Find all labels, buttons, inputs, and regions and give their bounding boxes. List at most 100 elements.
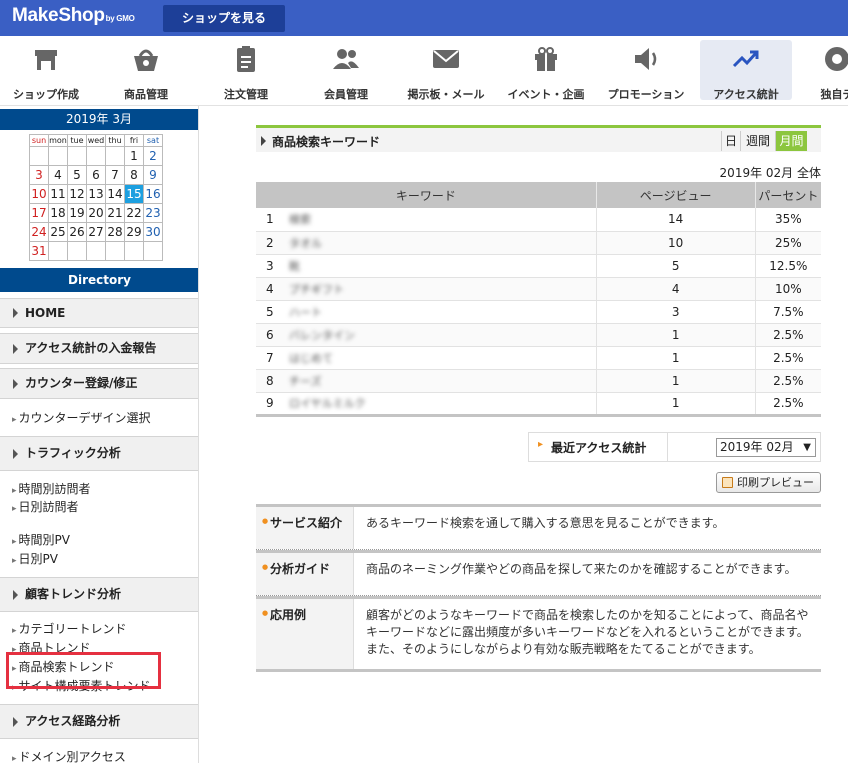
keyword-cell: タオル — [284, 231, 597, 255]
sidebar-home[interactable]: HOME — [0, 298, 198, 328]
table-row: 8 チーズ 1 2.5% — [256, 369, 821, 393]
highlight-box — [6, 652, 161, 689]
row-index: 6 — [256, 323, 284, 347]
percent-cell: 7.5% — [754, 300, 821, 324]
nav-orders[interactable]: 注文管理 — [206, 40, 286, 101]
calendar-day[interactable]: 21 — [105, 203, 125, 223]
row-index: 3 — [256, 254, 284, 278]
calendar-day[interactable]: 6 — [86, 165, 106, 185]
sidebar-section-customer-trend[interactable]: 顧客トレンド分析 — [0, 577, 198, 612]
tab-day[interactable]: 日 — [721, 131, 740, 151]
calendar-day[interactable]: 14 — [105, 184, 125, 204]
calendar-day[interactable]: 12 — [67, 184, 87, 204]
percent-cell: 2.5% — [754, 369, 821, 393]
row-index: 5 — [256, 300, 284, 324]
nav-bbs-mail[interactable]: 掲示板・メール — [400, 40, 492, 101]
table-row: 9 ロイヤルミルク 1 2.5% — [256, 392, 821, 416]
table-row: 2 タオル 10 25% — [256, 231, 821, 255]
calendar-day[interactable]: 16 — [143, 184, 163, 204]
calendar-day[interactable]: 11 — [48, 184, 68, 204]
directory-heading: Directory — [0, 268, 198, 292]
clipboard-icon — [237, 46, 255, 72]
calendar-day[interactable]: 2 — [143, 146, 163, 166]
percent-cell: 25% — [754, 231, 821, 255]
nav-shop-create[interactable]: ショップ作成 — [0, 40, 92, 101]
calendar-dow: sat — [143, 134, 163, 147]
printer-icon — [722, 477, 733, 488]
calendar-day[interactable]: 18 — [48, 203, 68, 223]
calendar-day[interactable]: 3 — [29, 165, 49, 185]
calendar-day — [48, 146, 68, 166]
sidebar-item-counter-design[interactable]: カウンターデザイン選択 — [12, 409, 151, 426]
calendar-day[interactable]: 13 — [86, 184, 106, 204]
sidebar-section-counter[interactable]: カウンター登録/修正 — [0, 368, 198, 399]
speaker-icon — [635, 48, 657, 70]
pageview-cell: 1 — [595, 369, 756, 393]
keyword-cell: 靴 — [284, 254, 597, 278]
sidebar-item-category-trend[interactable]: カテゴリートレンド — [12, 620, 127, 637]
makeshop-logo[interactable]: MakeShopby GMO — [12, 5, 135, 27]
recent-stats-box: 最近アクセス統計 2019年 02月▼ — [528, 432, 821, 462]
calendar-day[interactable]: 20 — [86, 203, 106, 223]
calendar-day[interactable]: 26 — [67, 222, 87, 242]
nav-promotion[interactable]: プロモーション — [600, 40, 692, 101]
calendar-day — [105, 146, 125, 166]
pageview-cell: 14 — [595, 208, 756, 232]
calendar-day[interactable]: 5 — [67, 165, 87, 185]
trend-icon — [732, 50, 759, 68]
calendar-day[interactable]: 24 — [29, 222, 49, 242]
calendar-day[interactable]: 22 — [124, 203, 144, 223]
nav-events[interactable]: イベント・企画 — [500, 40, 592, 101]
calendar-day — [67, 146, 87, 166]
month-select[interactable]: 2019年 02月 ▼ — [716, 438, 816, 457]
sidebar-item-hourly-visitors[interactable]: 時間別訪問者 — [12, 480, 91, 497]
dropdown-arrow-icon: ▼ — [803, 442, 811, 453]
sidebar-item-domain-access[interactable]: ドメイン別アクセス — [12, 748, 126, 763]
top-bar: MakeShopby GMO ショップを見る — [0, 0, 848, 36]
calendar-day — [48, 241, 68, 261]
print-preview-button[interactable]: 印刷プレビュー — [716, 472, 821, 493]
calendar-day[interactable]: 9 — [143, 165, 163, 185]
tab-week[interactable]: 週間 — [740, 131, 775, 151]
sidebar-section-payment[interactable]: アクセス統計の入金報告 — [0, 333, 198, 364]
view-shop-button[interactable]: ショップを見る — [163, 5, 285, 32]
nav-custom-design[interactable]: 独自デ — [802, 40, 848, 101]
sidebar-section-traffic[interactable]: トラフィック分析 — [0, 436, 198, 471]
calendar-day[interactable]: 31 — [29, 241, 49, 261]
calendar-day[interactable]: 15 — [124, 184, 144, 204]
calendar-day[interactable]: 30 — [143, 222, 163, 242]
nav-members[interactable]: 会員管理 — [306, 40, 386, 101]
calendar-day — [124, 241, 144, 261]
calendar-day[interactable]: 25 — [48, 222, 68, 242]
sidebar-section-route[interactable]: アクセス経路分析 — [0, 704, 198, 739]
calendar-day[interactable]: 4 — [48, 165, 68, 185]
calendar-day[interactable]: 17 — [29, 203, 49, 223]
nav-access-stats[interactable]: アクセス統計 — [700, 40, 792, 101]
tab-month[interactable]: 月間 — [775, 131, 807, 151]
sidebar-item-daily-visitors[interactable]: 日別訪問者 — [12, 498, 79, 515]
calendar-day[interactable]: 29 — [124, 222, 144, 242]
gift-icon — [535, 47, 557, 71]
keyword-cell: バレンタイン — [284, 323, 597, 347]
calendar-day[interactable]: 8 — [124, 165, 144, 185]
keyword-text: タオル — [289, 236, 322, 250]
calendar-day[interactable]: 19 — [67, 203, 87, 223]
percent-cell: 10% — [754, 277, 821, 301]
calendar-day[interactable]: 27 — [86, 222, 106, 242]
calendar-day[interactable]: 28 — [105, 222, 125, 242]
calendar-day[interactable]: 23 — [143, 203, 163, 223]
members-icon — [333, 49, 359, 69]
nav-products[interactable]: 商品管理 — [103, 40, 189, 101]
calendar-title: 2019年 3月 — [0, 109, 198, 130]
calendar-day[interactable]: 7 — [105, 165, 125, 185]
calendar-day[interactable]: 10 — [29, 184, 49, 204]
percent-cell: 35% — [754, 208, 821, 232]
keyword-cell: ロイヤルミルク — [284, 392, 597, 416]
col-pageviews: ページビュー — [595, 182, 756, 208]
info-label: サービス紹介 — [256, 507, 354, 549]
info-guide: 分析ガイド 商品のネーミング作業やどの商品を探して来たのかを確認することができま… — [256, 550, 821, 596]
calendar-day[interactable]: 1 — [124, 146, 144, 166]
sidebar-item-hourly-pv[interactable]: 時間別PV — [12, 531, 70, 548]
info-example: 応用例 顧客がどのようなキーワードで商品を検索したのかを知ることによって、商品名… — [256, 596, 821, 672]
sidebar-item-daily-pv[interactable]: 日別PV — [12, 550, 58, 567]
